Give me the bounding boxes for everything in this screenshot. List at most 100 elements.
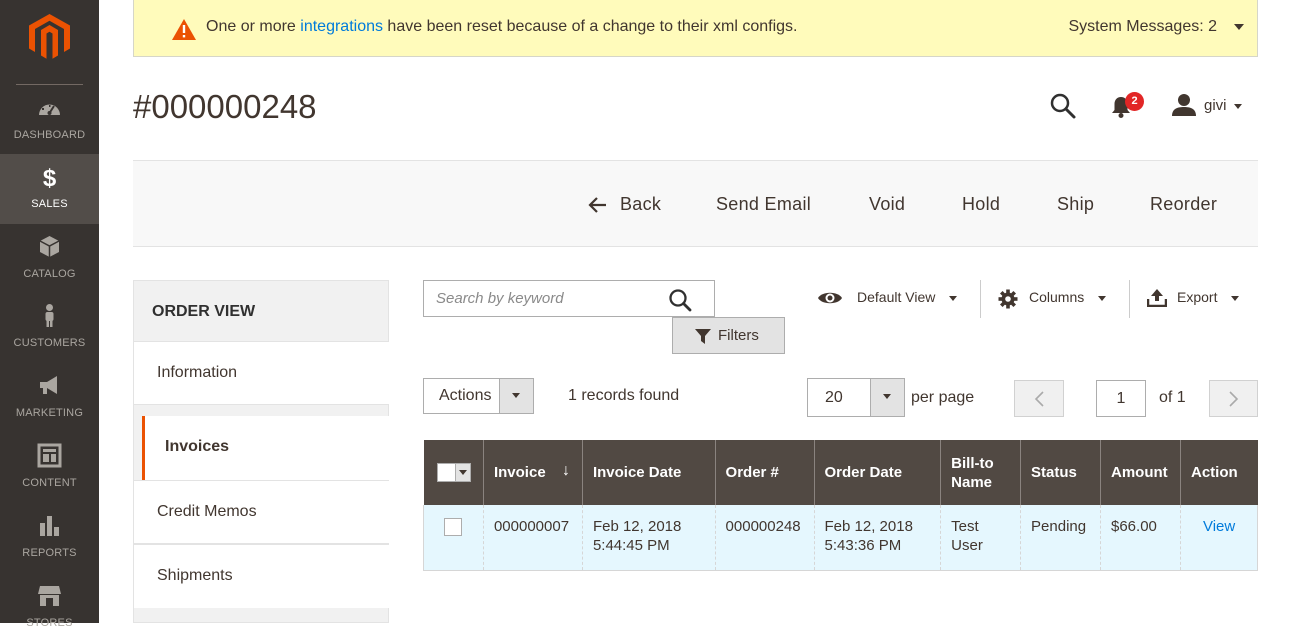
nav-customers[interactable]: Customers: [0, 293, 99, 363]
filters-label: Filters: [718, 327, 759, 344]
tab-credit-memos[interactable]: Credit Memos: [134, 480, 389, 544]
export-label: Export: [1177, 289, 1218, 305]
next-page-button[interactable]: [1209, 380, 1258, 417]
column-order-number[interactable]: Order #: [714, 440, 815, 505]
toolbar-divider: [980, 280, 981, 318]
invoice-date-time: 5:44:45 PM: [592, 537, 670, 554]
page-title: #000000248: [133, 88, 317, 125]
order-date-day: Feb 12, 2018: [824, 518, 913, 535]
nav-content[interactable]: Content: [0, 433, 99, 503]
column-invoice[interactable]: Invoice ↓: [482, 440, 583, 505]
invoices-grid: Invoice ↓ Invoice Date Order # Order Dat…: [423, 440, 1259, 571]
chevron-left-icon: [1034, 391, 1044, 407]
hold-button[interactable]: Hold: [962, 194, 1000, 215]
cell-order-number: 000000248: [714, 505, 815, 571]
nav-catalog[interactable]: Catalog: [0, 224, 99, 294]
row-checkbox[interactable]: [444, 518, 462, 536]
actions-arrow: [499, 379, 533, 413]
per-page-value: 20: [825, 389, 843, 406]
filters-button[interactable]: Filters: [672, 317, 785, 354]
ship-button[interactable]: Ship: [1057, 194, 1094, 215]
user-icon[interactable]: [1172, 94, 1196, 116]
chevron-down-icon: [883, 394, 891, 399]
send-email-button[interactable]: Send Email: [716, 194, 811, 215]
magento-logo-icon[interactable]: [29, 14, 70, 60]
cell-invoice-date: Feb 12, 2018 5:44:45 PM: [581, 505, 716, 571]
page-number-input[interactable]: [1096, 380, 1146, 417]
actions-label: Actions: [439, 387, 492, 404]
nav-stores[interactable]: Stores: [0, 573, 99, 643]
system-message-after: have been reset because of a change to t…: [382, 18, 798, 35]
previous-page-button[interactable]: [1014, 380, 1064, 417]
page-actions-bar: Back Send Email Void Hold Ship Reorder: [133, 160, 1258, 247]
tab-shipments-label: Shipments: [157, 567, 233, 584]
dollar-icon: $: [43, 165, 57, 189]
arrow-left-icon: [588, 197, 606, 213]
back-button[interactable]: Back: [588, 194, 661, 215]
svg-text:$: $: [43, 165, 57, 189]
bill-to-last: User: [951, 537, 983, 554]
column-invoice-date[interactable]: Invoice Date: [581, 440, 716, 505]
records-found: 1 records found: [568, 387, 680, 404]
tab-credit-memos-label: Credit Memos: [157, 503, 257, 520]
nav-dashboard[interactable]: Dashboard: [0, 85, 99, 155]
cell-amount: $66.00: [1100, 505, 1181, 571]
system-messages-count[interactable]: System Messages: 2: [1069, 18, 1218, 36]
column-order-date[interactable]: Order Date: [813, 440, 941, 505]
column-invoice-label: Invoice: [493, 464, 546, 481]
upload-icon: [1147, 289, 1167, 307]
keyword-search: [423, 280, 715, 317]
nav-reports[interactable]: Reports: [0, 503, 99, 573]
bill-to-label-line1: Bill-to: [951, 454, 994, 472]
cell-status: Pending: [1020, 505, 1101, 571]
user-menu-caret-icon[interactable]: [1234, 104, 1242, 109]
order-date-time: 5:43:36 PM: [824, 537, 902, 554]
mass-select-dropdown[interactable]: [436, 463, 471, 483]
box-icon: [39, 236, 60, 257]
chevron-down-icon: [454, 464, 470, 482]
chevron-down-icon: [949, 296, 957, 301]
tab-information[interactable]: Information: [134, 341, 389, 405]
nav-sales-label: Sales: [31, 198, 68, 210]
mass-select-header: [423, 440, 484, 505]
table-row[interactable]: 000000007 Feb 12, 2018 5:44:45 PM 0000002…: [423, 505, 1259, 571]
page-total: of 1: [1159, 389, 1186, 406]
toolbar-divider: [1129, 280, 1130, 318]
column-bill-to-name[interactable]: Bill-to Name: [940, 440, 1021, 505]
cell-invoice: 000000007: [482, 505, 583, 571]
megaphone-icon: [40, 376, 57, 394]
search-icon[interactable]: [1049, 92, 1077, 120]
layout-icon: [37, 443, 62, 468]
search-icon[interactable]: [668, 288, 692, 312]
nav-reports-label: Reports: [22, 547, 77, 559]
view-invoice-link[interactable]: View: [1203, 518, 1235, 535]
chevron-right-icon: [1229, 391, 1239, 407]
search-input[interactable]: [424, 281, 664, 316]
chevron-down-icon: [1098, 296, 1106, 301]
cell-action: View: [1179, 505, 1259, 571]
void-button[interactable]: Void: [869, 194, 905, 215]
back-button-label: Back: [620, 194, 662, 214]
bar-chart-icon: [40, 516, 59, 536]
column-status[interactable]: Status: [1020, 440, 1101, 505]
order-view-title: ORDER VIEW: [152, 303, 256, 320]
per-page-select[interactable]: 20: [807, 378, 905, 417]
bill-to-label-line2: Name: [951, 473, 993, 491]
nav-marketing[interactable]: Marketing: [0, 363, 99, 433]
integrations-link[interactable]: integrations: [300, 18, 383, 35]
eye-icon: [818, 292, 842, 304]
user-name[interactable]: givi: [1204, 97, 1227, 114]
tab-invoices[interactable]: Invoices: [142, 416, 389, 480]
bill-to-first: Test: [951, 518, 979, 535]
per-page-arrow: [870, 379, 904, 416]
notification-badge: 2: [1125, 92, 1144, 111]
reorder-button[interactable]: Reorder: [1150, 194, 1217, 215]
nav-sales[interactable]: $ Sales: [0, 154, 99, 224]
default-view-label: Default View: [857, 289, 936, 305]
tab-shipments[interactable]: Shipments: [134, 544, 389, 608]
mass-actions-dropdown[interactable]: Actions: [423, 378, 534, 414]
system-messages-caret-icon[interactable]: [1234, 24, 1244, 30]
nav-customers-label: Customers: [13, 337, 86, 349]
tab-invoices-label: Invoices: [165, 438, 230, 455]
column-amount[interactable]: Amount: [1100, 440, 1181, 505]
